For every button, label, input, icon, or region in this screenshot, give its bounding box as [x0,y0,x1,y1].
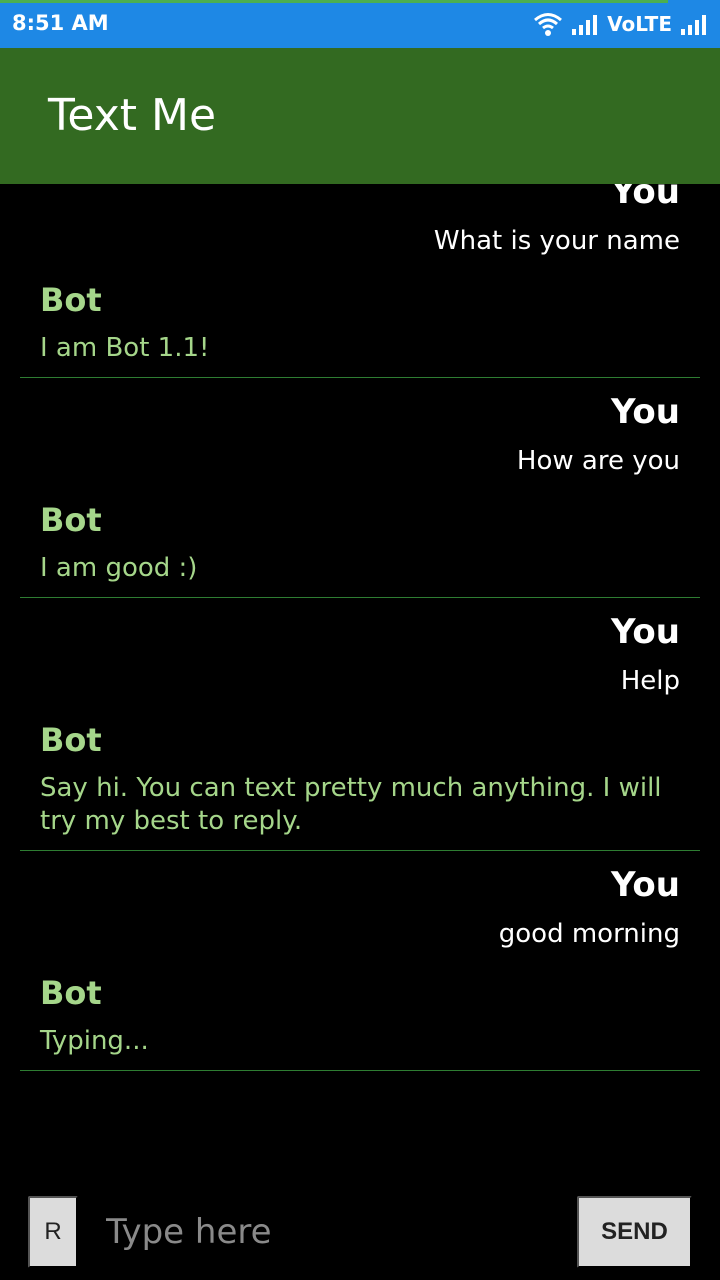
you-message: good morning [498,919,680,949]
bot-label: Bot [40,721,102,759]
app-bar: Text Me [0,48,720,184]
send-button[interactable]: SEND [577,1196,692,1268]
bot-message: I am Bot 1.1! [40,333,210,363]
you-message: Help [620,666,680,696]
bot-message: I am good :) [40,553,198,583]
bot-label: Bot [40,501,102,539]
status-bar: 8:51 AM VoLTE [0,0,720,48]
progress-line [0,0,668,3]
r-button[interactable]: R [28,1196,78,1268]
you-message: How are you [516,446,680,476]
chat-exchange: You What is your name Bot I am Bot 1.1! [20,184,700,378]
wifi-icon [534,13,563,36]
app-title: Text Me [48,90,217,141]
signal-icon [681,15,706,35]
bot-label: Bot [40,281,102,319]
you-label: You [610,392,680,432]
you-label: You [610,184,680,212]
message-input[interactable] [96,1204,556,1260]
status-time: 8:51 AM [12,11,109,35]
status-icons: VoLTE [533,10,708,38]
bot-label: Bot [40,974,102,1012]
you-message: What is your name [433,226,680,256]
chat-content: You What is your name Bot I am Bot 1.1! … [20,184,700,1071]
composer-bar: R SEND [0,1162,720,1280]
chat-exchange: You good morning Bot Typing... [20,851,700,1071]
you-label: You [610,865,680,905]
you-label: You [610,612,680,652]
signal-icon [572,15,598,35]
bot-message: Say hi. You can text pretty much anythin… [40,773,662,836]
chat-exchange: You Help Bot Say hi. You can text pretty… [20,598,700,851]
chat-exchange: You How are you Bot I am good :) [20,378,700,598]
bot-message: Typing... [40,1026,149,1056]
network-type: VoLTE [607,12,672,36]
chat-list[interactable]: You What is your name Bot I am Bot 1.1! … [0,184,720,1162]
